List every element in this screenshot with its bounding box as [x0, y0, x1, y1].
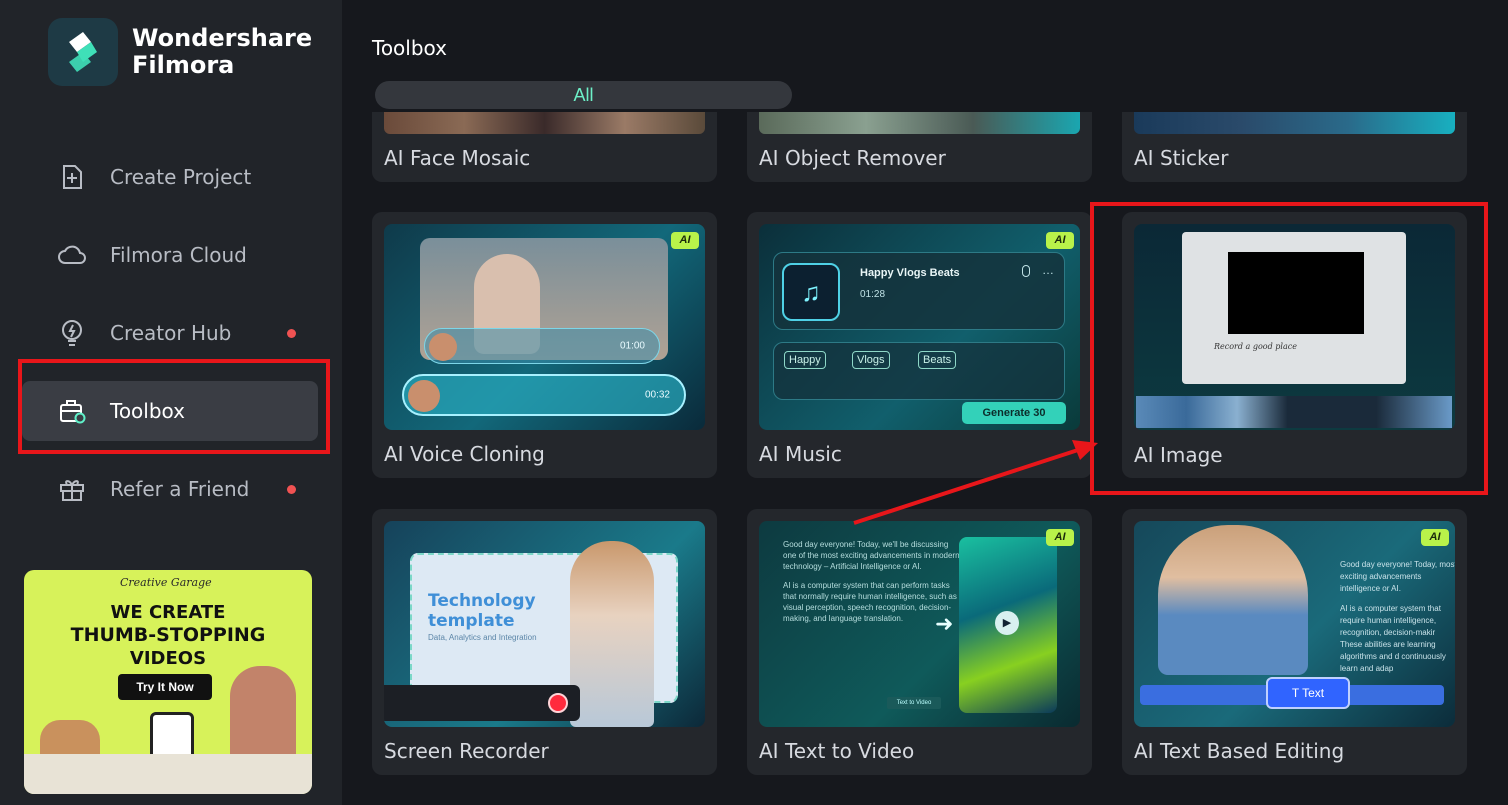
promo-paper-edge: [24, 754, 312, 794]
music-tags-panel: Happy Vlogs Beats: [773, 342, 1065, 400]
transcript-paragraph-2: AI is a computer system that require hum…: [1340, 604, 1446, 673]
sidebar-item-label: Creator Hub: [110, 321, 232, 345]
presenter-figure: [570, 541, 654, 727]
tool-card-screen-recorder[interactable]: Technology template Data, Analytics and I…: [372, 509, 717, 775]
text-to-video-chip: Text to Video: [887, 697, 941, 709]
presenter-figure: [1158, 525, 1308, 675]
tool-card-ai-music[interactable]: ♫ Happy Vlogs Beats 01:28 … Happy Vlogs …: [747, 212, 1092, 478]
promo-cta-button[interactable]: Try It Now: [118, 674, 212, 700]
page-title: Toolbox: [372, 36, 447, 60]
generate-label: Generate: [982, 407, 1031, 419]
thumbnail: [759, 112, 1080, 134]
tool-label: AI Music: [759, 442, 842, 466]
transcript-text: Good day everyone! Today, most exciting …: [1340, 559, 1455, 675]
thumbnail: Technology template Data, Analytics and I…: [384, 521, 705, 727]
tool-card-ai-text-based-editing[interactable]: Good day everyone! Today, most exciting …: [1122, 509, 1467, 775]
arrow-right-icon: ➜: [935, 611, 954, 636]
slide-heading-1: Technology: [428, 591, 536, 611]
text-clip-chip: T Text: [1266, 677, 1350, 709]
avatar: [429, 333, 457, 361]
tool-label: AI Object Remover: [759, 146, 946, 170]
mic-icon: [1022, 265, 1030, 277]
filmora-logo-icon: [48, 18, 118, 86]
music-note-icon: ♫: [782, 263, 840, 321]
sidebar-nav: Create Project Filmora Cloud Creator Hub…: [22, 147, 318, 537]
thumbnail: [1134, 112, 1455, 134]
ai-badge: AI: [1046, 232, 1074, 249]
cloud-icon: [58, 241, 86, 269]
thumbnail: 01:00 00:32 AI: [384, 224, 705, 430]
avatar: [408, 380, 440, 412]
tool-label: AI Text to Video: [759, 739, 915, 763]
ai-badge: AI: [671, 232, 699, 249]
toolbox-highlight-box: [18, 359, 330, 454]
brand-line-2: Filmora: [132, 51, 235, 79]
plus-square-icon: [58, 163, 86, 191]
filter-all-tab[interactable]: All: [375, 81, 792, 109]
tool-label: AI Sticker: [1134, 146, 1229, 170]
play-icon: ▶: [995, 611, 1019, 635]
script-paragraph-1: Good day everyone! Today, we'll be discu…: [783, 540, 960, 571]
duration: 01:00: [619, 340, 645, 352]
tag-chip: Happy: [784, 351, 826, 369]
slide-subtitle: Data, Analytics and Integration: [428, 633, 537, 642]
credits-count: 30: [1033, 407, 1046, 419]
tool-card-ai-object-remover[interactable]: AI Object Remover: [747, 112, 1092, 182]
tool-card-ai-face-mosaic[interactable]: AI Face Mosaic: [372, 112, 717, 182]
notification-dot: [287, 329, 296, 338]
recorder-toolbar: [384, 685, 580, 721]
thumbnail: [384, 112, 705, 134]
tool-label: Screen Recorder: [384, 739, 549, 763]
tool-label: AI Voice Cloning: [384, 442, 545, 466]
track-time: 01:28: [860, 289, 886, 300]
voice-sample-small: 01:00: [424, 328, 660, 364]
generate-button: Generate 30: [962, 402, 1066, 424]
tool-label: AI Face Mosaic: [384, 146, 531, 170]
sidebar-item-label: Create Project: [110, 165, 252, 189]
sidebar-item-filmora-cloud[interactable]: Filmora Cloud: [22, 225, 318, 285]
track-title: Happy Vlogs Beats: [860, 267, 960, 279]
transcript-paragraph-1: Good day everyone! Today, most exciting …: [1340, 560, 1455, 593]
app-logo[interactable]: Wondershare Filmora: [48, 18, 312, 86]
promo-tag: Creative Garage: [120, 576, 212, 589]
gift-icon: [58, 475, 86, 503]
brand-line-1: Wondershare: [132, 24, 313, 52]
thumbnail: Good day everyone! Today, most exciting …: [1134, 521, 1455, 727]
tag-chip: Vlogs: [852, 351, 890, 369]
sidebar-item-label: Refer a Friend: [110, 477, 250, 501]
promo-line-1: WE CREATE: [110, 602, 226, 623]
record-button-icon: [548, 693, 568, 713]
slide-heading-2: template: [428, 611, 515, 631]
sidebar-item-create-project[interactable]: Create Project: [22, 147, 318, 207]
promo-banner[interactable]: Creative Garage WE CREATE THUMB-STOPPING…: [24, 570, 312, 794]
tool-card-ai-sticker[interactable]: AI Sticker: [1122, 112, 1467, 182]
sidebar-item-label: Filmora Cloud: [110, 243, 247, 267]
tool-card-ai-text-to-video[interactable]: Good day everyone! Today, we'll be discu…: [747, 509, 1092, 775]
tool-card-ai-voice-cloning[interactable]: 01:00 00:32 AI AI Voice Cloning: [372, 212, 717, 478]
brand-name: Wondershare Filmora: [132, 25, 312, 79]
more-icon: …: [1042, 263, 1054, 277]
sidebar-item-refer-a-friend[interactable]: Refer a Friend: [22, 459, 318, 519]
tag-chip: Beats: [918, 351, 957, 369]
thumbnail: ♫ Happy Vlogs Beats 01:28 … Happy Vlogs …: [759, 224, 1080, 430]
ai-image-highlight-box: [1090, 202, 1488, 495]
voice-sample-large: 00:32: [402, 374, 686, 416]
thumbnail: Good day everyone! Today, we'll be discu…: [759, 521, 1080, 727]
tool-label: AI Text Based Editing: [1134, 739, 1345, 763]
notification-dot: [287, 485, 296, 494]
ai-badge: AI: [1421, 529, 1449, 546]
slide-heading: Technology template: [428, 591, 536, 631]
duration: 00:32: [644, 389, 670, 401]
text-clip-label: Text: [1302, 686, 1325, 700]
bulb-icon: [58, 319, 86, 347]
promo-line-2: THUMB-STOPPING: [70, 624, 266, 646]
category-filter[interactable]: All: [375, 81, 792, 109]
ai-badge: AI: [1046, 529, 1074, 546]
music-track-panel: ♫ Happy Vlogs Beats 01:28 …: [773, 252, 1065, 330]
sidebar-item-creator-hub[interactable]: Creator Hub: [22, 303, 318, 363]
